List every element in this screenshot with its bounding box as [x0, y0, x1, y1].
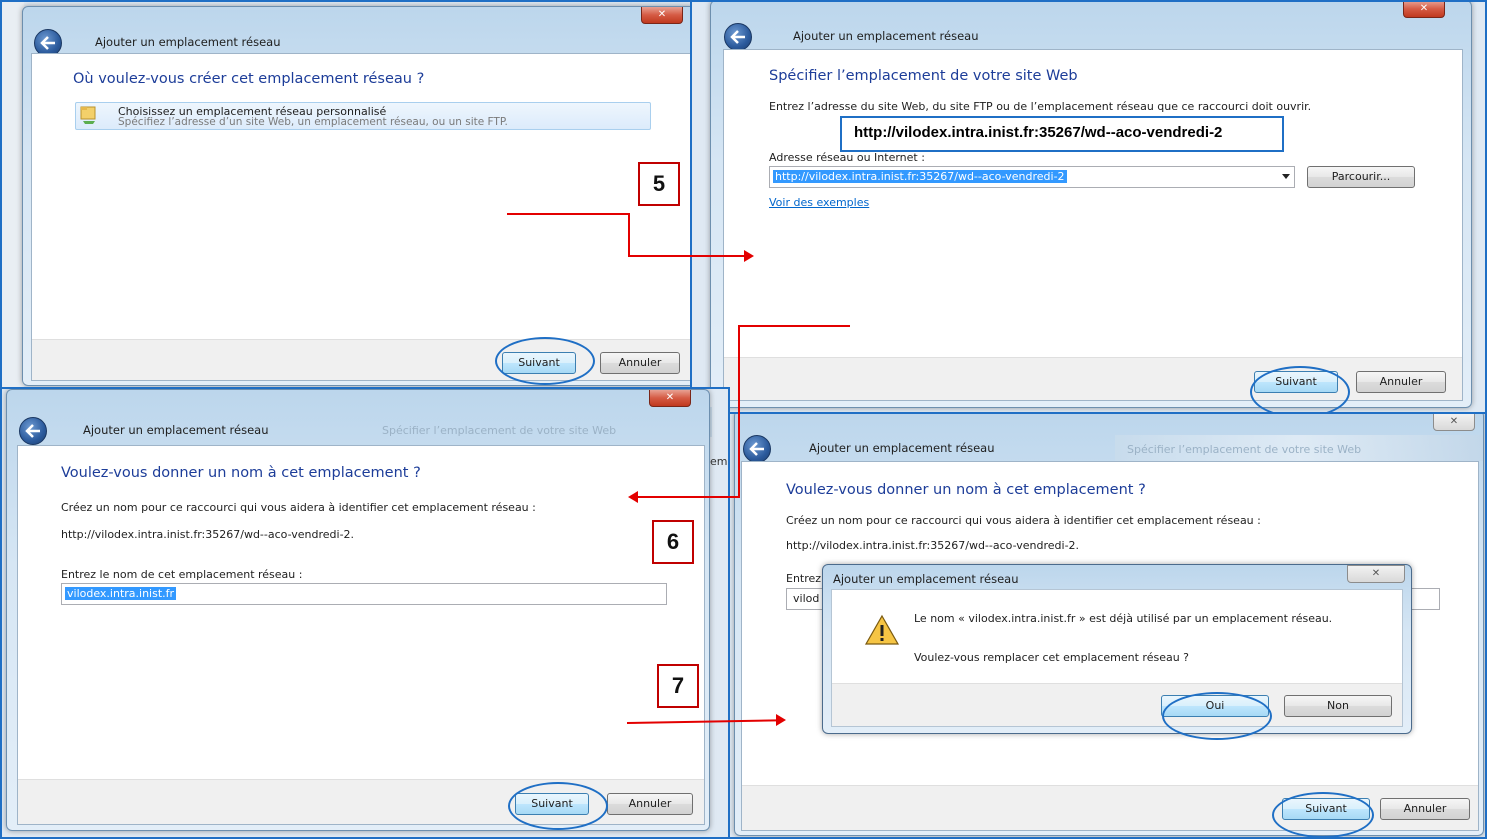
name-label: Entrez: [786, 572, 822, 585]
back-arrow-icon[interactable]: [743, 435, 771, 463]
page-heading: Voulez-vous donner un nom à cet emplacem…: [61, 465, 421, 481]
network-url: http://vilodex.intra.inist.fr:35267/wd--…: [786, 539, 1080, 552]
wizard-content: Où voulez-vous créer cet emplacement rés…: [31, 53, 690, 381]
dialog-body: Le nom « vilodex.intra.inist.fr » est dé…: [831, 589, 1403, 727]
wizard-content: Voulez-vous donner un nom à cet emplacem…: [17, 445, 705, 825]
dialog-title: Ajouter un emplacement réseau: [833, 572, 1019, 586]
name-value: vilodex.intra.inist.fr: [65, 587, 177, 600]
url-callout-text: http://vilodex.intra.inist.fr:35267/wd--…: [854, 124, 1223, 141]
panel-step-3: ✕ Spécifier l’emplacement de votre site …: [0, 387, 730, 839]
cancel-button[interactable]: Annuler: [1356, 371, 1446, 393]
panel-step-1: ✕ Ajouter un emplacement réseau Où voule…: [0, 0, 692, 389]
cancel-button[interactable]: Annuler: [607, 793, 693, 815]
custom-location-option[interactable]: Choisissez un emplacement réseau personn…: [75, 102, 651, 130]
next-button[interactable]: Suivant: [502, 352, 576, 374]
confirm-dialog: ✕ Ajouter un emplacement réseau Le nom «…: [822, 564, 1412, 734]
next-button[interactable]: Suivant: [1282, 798, 1370, 820]
browse-button[interactable]: Parcourir...: [1307, 166, 1415, 188]
background-title-text: Spécifier l’emplacement de votre site We…: [382, 424, 617, 437]
panel-step-2: ✕ Ajouter un emplacement réseau Spécifie…: [690, 0, 1487, 414]
background-window: [2, 2, 24, 387]
arrow-step-5-segment: [628, 255, 744, 257]
close-button[interactable]: ✕: [1433, 414, 1475, 431]
step-number-7: 7: [657, 664, 699, 708]
step-number-6: 6: [652, 520, 694, 564]
name-value: vilod: [793, 592, 820, 605]
arrow-step-5-segment: [507, 213, 630, 215]
wizard-footer: Suivant Annuler: [724, 357, 1462, 400]
wizard-window-website-location: ✕ Ajouter un emplacement réseau Spécifie…: [710, 2, 1472, 408]
background-title-text: Spécifier l’emplacement de votre site We…: [1127, 443, 1362, 456]
no-button[interactable]: Non: [1284, 695, 1392, 717]
examples-link[interactable]: Voir des exemples: [769, 196, 869, 209]
window-title: Ajouter un emplacement réseau: [83, 423, 269, 437]
close-button[interactable]: ✕: [649, 390, 691, 407]
wizard-content: Spécifier l’emplacement de votre site We…: [723, 49, 1463, 401]
panel-step-4: ✕ Spécifier l’emplacement de votre site …: [728, 412, 1487, 839]
back-arrow-icon[interactable]: [724, 23, 752, 51]
dialog-question: Voulez-vous remplacer cet emplacement ré…: [914, 651, 1190, 664]
wizard-window-location-type: ✕ Ajouter un emplacement réseau Où voule…: [22, 6, 690, 386]
arrowhead-icon: [776, 714, 786, 726]
name-label: Entrez le nom de cet emplacement réseau …: [61, 568, 303, 581]
arrow-step-6-segment: [738, 325, 850, 327]
step-number-5: 5: [638, 162, 680, 206]
instruction-text: Entrez l’adresse du site Web, du site FT…: [769, 100, 1312, 113]
window-title: Ajouter un emplacement réseau: [793, 29, 979, 43]
dialog-message: Le nom « vilodex.intra.inist.fr » est dé…: [914, 612, 1333, 625]
dialog-footer: Oui Non: [832, 683, 1402, 726]
network-folder-icon: [80, 105, 98, 125]
address-combobox[interactable]: http://vilodex.intra.inist.fr:35267/wd--…: [769, 166, 1295, 188]
arrow-step-6-segment: [638, 496, 740, 498]
instruction-text: Créez un nom pour ce raccourci qui vous …: [61, 501, 536, 514]
page-heading: Spécifier l’emplacement de votre site We…: [769, 68, 1078, 84]
arrowhead-icon: [744, 250, 754, 262]
page-heading: Où voulez-vous créer cet emplacement rés…: [73, 71, 425, 87]
warning-icon: [864, 614, 900, 649]
url-callout-box: http://vilodex.intra.inist.fr:35267/wd--…: [840, 116, 1284, 152]
close-button[interactable]: ✕: [641, 7, 683, 24]
arrow-step-6-segment: [738, 325, 740, 498]
back-arrow-icon[interactable]: [19, 417, 47, 445]
next-button[interactable]: Suivant: [515, 793, 589, 815]
address-label: Adresse réseau ou Internet :: [769, 151, 925, 164]
close-button[interactable]: ✕: [1403, 2, 1445, 18]
option-description: Spécifiez l’adresse d’un site Web, un em…: [118, 116, 508, 128]
background-fragment: em: [710, 455, 728, 468]
window-title: Ajouter un emplacement réseau: [95, 35, 281, 49]
instruction-text: Créez un nom pour ce raccourci qui vous …: [786, 514, 1261, 527]
arrow-step-5-segment: [628, 213, 630, 257]
network-url: http://vilodex.intra.inist.fr:35267/wd--…: [61, 528, 355, 541]
next-button[interactable]: Suivant: [1254, 371, 1338, 393]
cancel-button[interactable]: Annuler: [1380, 798, 1470, 820]
wizard-footer: Suivant Annuler: [742, 785, 1478, 830]
yes-button[interactable]: Oui: [1161, 695, 1269, 717]
close-button[interactable]: ✕: [1347, 565, 1405, 583]
window-title: Ajouter un emplacement réseau: [809, 441, 995, 455]
cancel-button[interactable]: Annuler: [600, 352, 680, 374]
wizard-footer: Suivant Annuler: [32, 339, 690, 380]
address-value: http://vilodex.intra.inist.fr:35267/wd--…: [773, 170, 1067, 183]
name-input[interactable]: vilodex.intra.inist.fr: [61, 583, 667, 605]
wizard-window-name-location: ✕ Spécifier l’emplacement de votre site …: [6, 389, 710, 831]
chevron-down-icon[interactable]: [1282, 174, 1290, 179]
wizard-footer: Suivant Annuler: [18, 779, 704, 824]
page-heading: Voulez-vous donner un nom à cet emplacem…: [786, 482, 1146, 498]
arrowhead-icon: [628, 491, 638, 503]
